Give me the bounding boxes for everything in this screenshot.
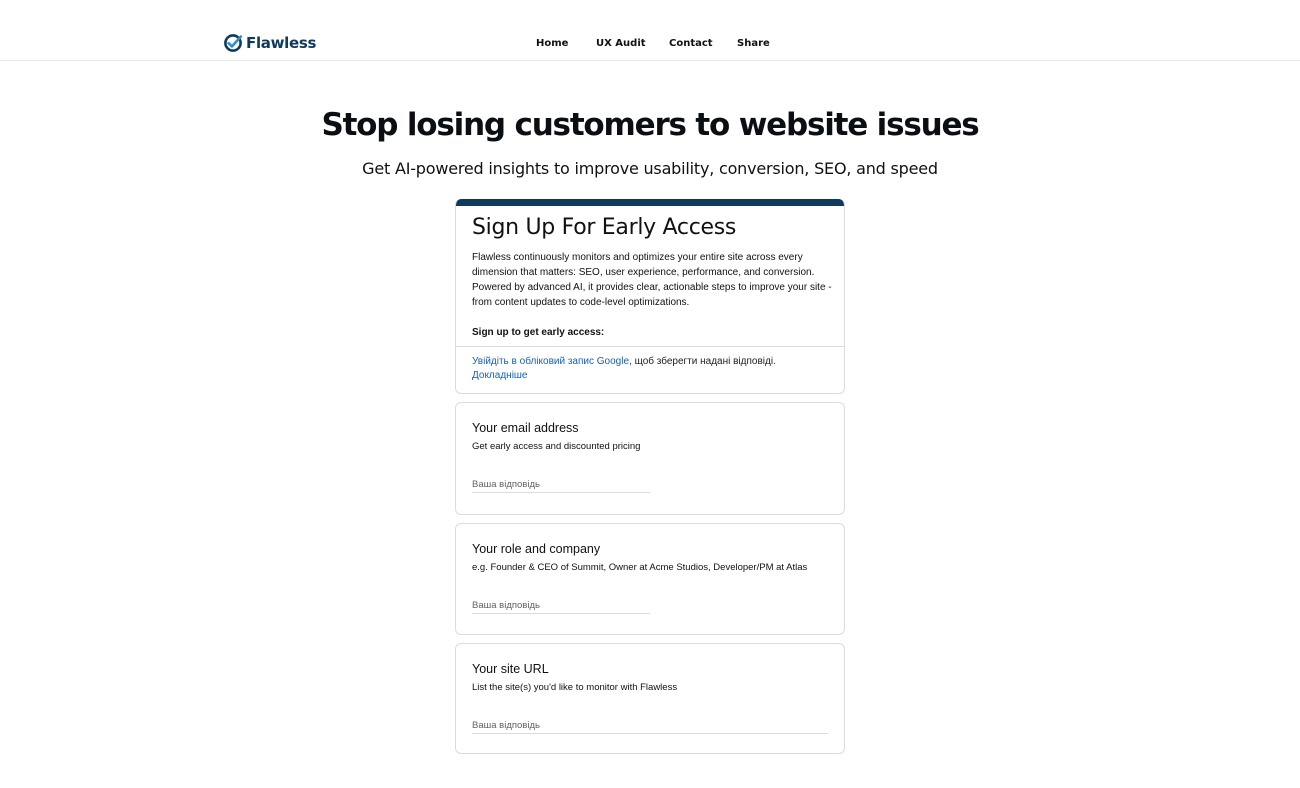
- nav-home[interactable]: Home: [536, 38, 568, 49]
- form-header-card: Sign Up For Early Access Flawless contin…: [455, 199, 845, 394]
- form-lead-in: Sign up to get early access:: [472, 327, 605, 338]
- form-accent-stripe: [456, 199, 844, 206]
- form-title: Sign Up For Early Access: [472, 215, 737, 240]
- question-help-text: e.g. Founder & CEO of Summit, Owner at A…: [472, 562, 808, 573]
- question-help-text: List the site(s) you'd like to monitor w…: [472, 682, 678, 693]
- form-description: Flawless continuously monitors and optim…: [472, 250, 832, 340]
- role-company-input[interactable]: [472, 597, 650, 614]
- google-signin-notice: Увійдіть в обліковий запис Google, щоб з…: [472, 355, 832, 383]
- question-help-text: Get early access and discounted pricing: [472, 441, 641, 452]
- hero-title: Stop losing customers to website issues: [321, 107, 979, 143]
- question-title: Your site URL: [472, 662, 549, 676]
- google-signin-text: , щоб зберегти надані відповіді.: [629, 356, 776, 367]
- google-signin-link[interactable]: Увійдіть в обліковий запис Google: [472, 356, 629, 367]
- question-card-email: Your email address Get early access and …: [455, 402, 845, 515]
- hero-subtitle: Get AI-powered insights to improve usabi…: [362, 159, 938, 178]
- form-divider: [456, 346, 844, 347]
- learn-more-link[interactable]: Докладніше: [472, 370, 528, 381]
- email-input[interactable]: [472, 476, 650, 493]
- question-title: Your role and company: [472, 542, 601, 556]
- question-title: Your email address: [472, 421, 579, 435]
- top-navigation-bar: Flawless Home UX Audit Contact Share: [0, 0, 1300, 61]
- nav-share[interactable]: Share: [737, 38, 770, 49]
- site-url-input[interactable]: [472, 717, 828, 734]
- question-card-site-url: Your site URL List the site(s) you'd lik…: [455, 643, 845, 754]
- question-card-role: Your role and company e.g. Founder & CEO…: [455, 523, 845, 635]
- form-description-text: Flawless continuously monitors and optim…: [472, 252, 832, 308]
- main-nav: Home UX Audit Contact Share: [0, 38, 1300, 52]
- nav-ux-audit[interactable]: UX Audit: [596, 38, 646, 49]
- nav-contact[interactable]: Contact: [669, 38, 713, 49]
